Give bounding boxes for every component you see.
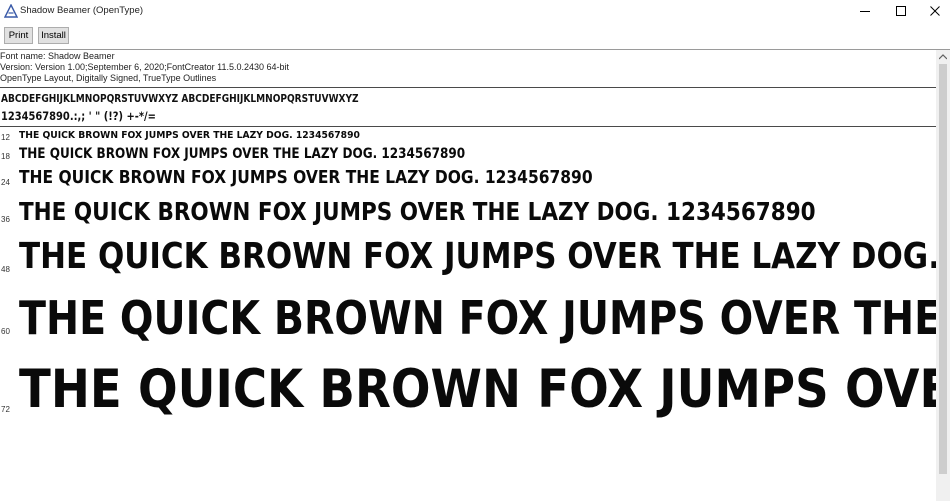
- size-label-12: 12: [1, 133, 10, 142]
- scrollbar-thumb[interactable]: [939, 64, 947, 474]
- sample-text-48: THE QUICK BROWN FOX JUMPS OVER THE LAZY …: [19, 236, 936, 277]
- toolbar: Print Install: [0, 22, 950, 50]
- charset-digits-symbols: 1234567890.:,; ' " (!?) +-*/=: [1, 109, 156, 123]
- title-bar: Shadow Beamer (OpenType): [0, 0, 950, 22]
- maximize-button[interactable]: [884, 0, 918, 22]
- font-version-line: Version: Version 1.00;September 6, 2020;…: [0, 62, 290, 72]
- font-viewer-app-icon: [4, 4, 18, 18]
- close-icon: [930, 6, 940, 16]
- size-label-18: 18: [1, 152, 10, 161]
- sample-text-60: THE QUICK BROWN FOX JUMPS OVER THE LAZY …: [19, 291, 936, 345]
- sample-text-36: THE QUICK BROWN FOX JUMPS OVER THE LAZY …: [19, 197, 816, 226]
- size-label-36: 36: [1, 215, 10, 224]
- print-button[interactable]: Print: [4, 27, 33, 44]
- sample-text-18: THE QUICK BROWN FOX JUMPS OVER THE LAZY …: [19, 146, 466, 162]
- size-label-48: 48: [1, 265, 10, 274]
- sample-text-12: THE QUICK BROWN FOX JUMPS OVER THE LAZY …: [19, 130, 360, 141]
- font-name-line: Font name: Shadow Beamer: [0, 51, 115, 61]
- close-button[interactable]: [918, 0, 950, 22]
- divider: [0, 87, 936, 88]
- sample-text-72: THE QUICK BROWN FOX JUMPS OVER THE LAZY …: [19, 359, 936, 420]
- window-title: Shadow Beamer (OpenType): [20, 5, 144, 16]
- size-label-72: 72: [1, 405, 10, 414]
- font-preview-area: Font name: Shadow Beamer Version: Versio…: [0, 50, 936, 501]
- scroll-up-arrow-icon: [939, 54, 947, 60]
- scroll-up-button[interactable]: [936, 50, 950, 64]
- vertical-scrollbar[interactable]: [936, 50, 950, 501]
- charset-letters: ABCDEFGHIJKLMNOPQRSTUVWXYZ ABCDEFGHIJKLM…: [1, 93, 359, 105]
- sample-text-24: THE QUICK BROWN FOX JUMPS OVER THE LAZY …: [19, 167, 593, 188]
- install-button[interactable]: Install: [38, 27, 69, 44]
- font-features-line: OpenType Layout, Digitally Signed, TrueT…: [0, 73, 217, 83]
- size-label-60: 60: [1, 327, 10, 336]
- maximize-icon: [896, 6, 906, 16]
- divider: [0, 126, 936, 127]
- minimize-icon: [860, 11, 870, 12]
- size-label-24: 24: [1, 178, 10, 187]
- minimize-button[interactable]: [848, 0, 882, 22]
